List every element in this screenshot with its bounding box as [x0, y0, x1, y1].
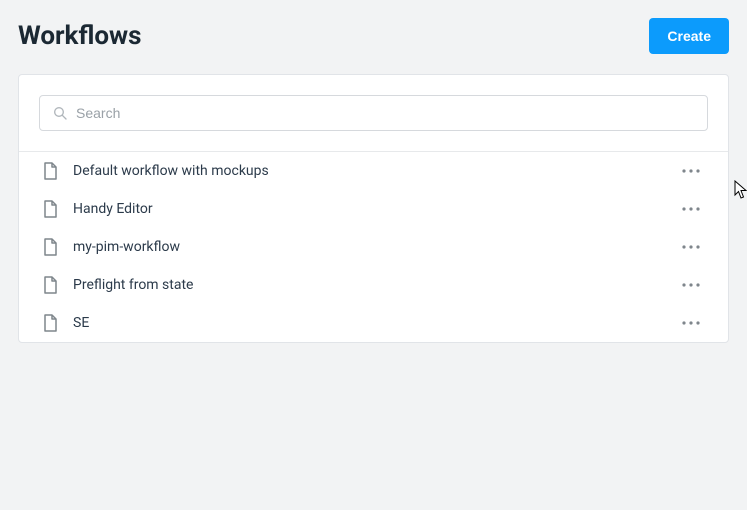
more-actions-button[interactable] — [678, 241, 704, 253]
more-horizontal-icon — [682, 283, 700, 287]
list-item[interactable]: Handy Editor — [19, 190, 728, 228]
more-actions-button[interactable] — [678, 203, 704, 215]
list-item[interactable]: SE — [19, 304, 728, 342]
more-actions-button[interactable] — [678, 279, 704, 291]
more-actions-button[interactable] — [678, 165, 704, 177]
create-button[interactable]: Create — [649, 18, 729, 54]
search-input[interactable] — [76, 105, 695, 121]
file-icon — [43, 238, 59, 256]
file-icon — [43, 200, 59, 218]
more-horizontal-icon — [682, 245, 700, 249]
workflow-name: Preflight from state — [73, 277, 664, 293]
more-horizontal-icon — [682, 207, 700, 211]
page-title: Workflows — [18, 21, 142, 51]
more-horizontal-icon — [682, 321, 700, 325]
search-box[interactable] — [39, 95, 708, 131]
more-horizontal-icon — [682, 169, 700, 173]
file-icon — [43, 276, 59, 294]
file-icon — [43, 162, 59, 180]
workflows-list: Default workflow with mockups Handy Edit… — [19, 152, 728, 342]
search-container — [19, 75, 728, 152]
list-item[interactable]: Default workflow with mockups — [19, 152, 728, 190]
workflows-panel: Default workflow with mockups Handy Edit… — [18, 74, 729, 343]
list-item[interactable]: my-pim-workflow — [19, 228, 728, 266]
workflow-name: Default workflow with mockups — [73, 163, 664, 179]
workflow-name: my-pim-workflow — [73, 239, 664, 255]
workflow-name: SE — [73, 315, 664, 331]
page-header: Workflows Create — [18, 18, 729, 54]
file-icon — [43, 314, 59, 332]
more-actions-button[interactable] — [678, 317, 704, 329]
list-item[interactable]: Preflight from state — [19, 266, 728, 304]
workflow-name: Handy Editor — [73, 201, 664, 217]
cursor-icon — [734, 180, 747, 200]
search-icon — [52, 105, 68, 121]
